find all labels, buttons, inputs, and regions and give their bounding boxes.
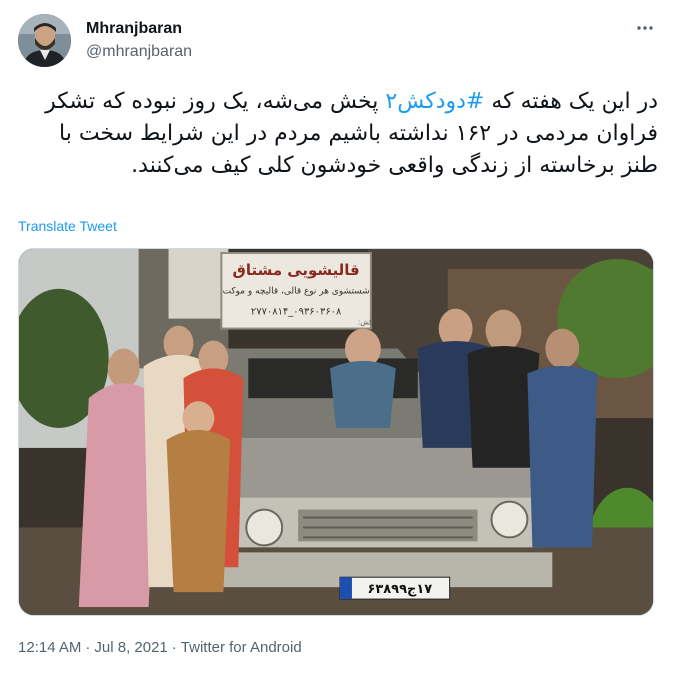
license-plate-text: ۱۷ج۶۳۸۹۹ — [367, 582, 432, 597]
sign-small-text: کش: — [358, 319, 373, 327]
hashtag-link[interactable]: #دودکش۲ — [385, 89, 484, 114]
display-name[interactable]: Mhranjbaran — [86, 20, 182, 38]
tweet-date[interactable]: Jul 8, 2021 — [94, 639, 167, 656]
tweet-timestamp[interactable]: 12:14 AM — [18, 639, 81, 656]
more-options-icon — [637, 26, 653, 30]
user-handle[interactable]: @mhranjbaran — [86, 43, 192, 61]
tweet-text: در این یک هفته که #دودکش۲ پخش می‌شه، یک … — [18, 86, 658, 182]
sign-title: قالیشویی مشتاق — [233, 261, 360, 279]
footer-separator: · — [171, 639, 177, 656]
tweet-footer: 12:14 AM · Jul 8, 2021 · Twitter for Android — [18, 639, 302, 656]
tweet-photo[interactable]: قالیشویی مشتاق شستشوی هر نوع قالی، قالیچ… — [18, 248, 654, 616]
tweet-source[interactable]: Twitter for Android — [181, 639, 302, 656]
footer-separator: · — [85, 639, 91, 656]
sign-phone: ۰۹۳۶۰۳۶۰۸_۲۷۷۰۸۱۴ — [251, 307, 342, 318]
tweet-text-before: در این یک هفته که — [484, 89, 658, 114]
tweet-card: Mhranjbaran @mhranjbaran در این یک هفته … — [0, 0, 677, 675]
translate-tweet-link[interactable]: Translate Tweet — [18, 218, 117, 234]
more-options-button[interactable] — [630, 18, 660, 38]
avatar[interactable] — [18, 14, 71, 67]
sign-subtitle: شستشوی هر نوع قالی، قالیچه و موکت — [223, 287, 370, 297]
